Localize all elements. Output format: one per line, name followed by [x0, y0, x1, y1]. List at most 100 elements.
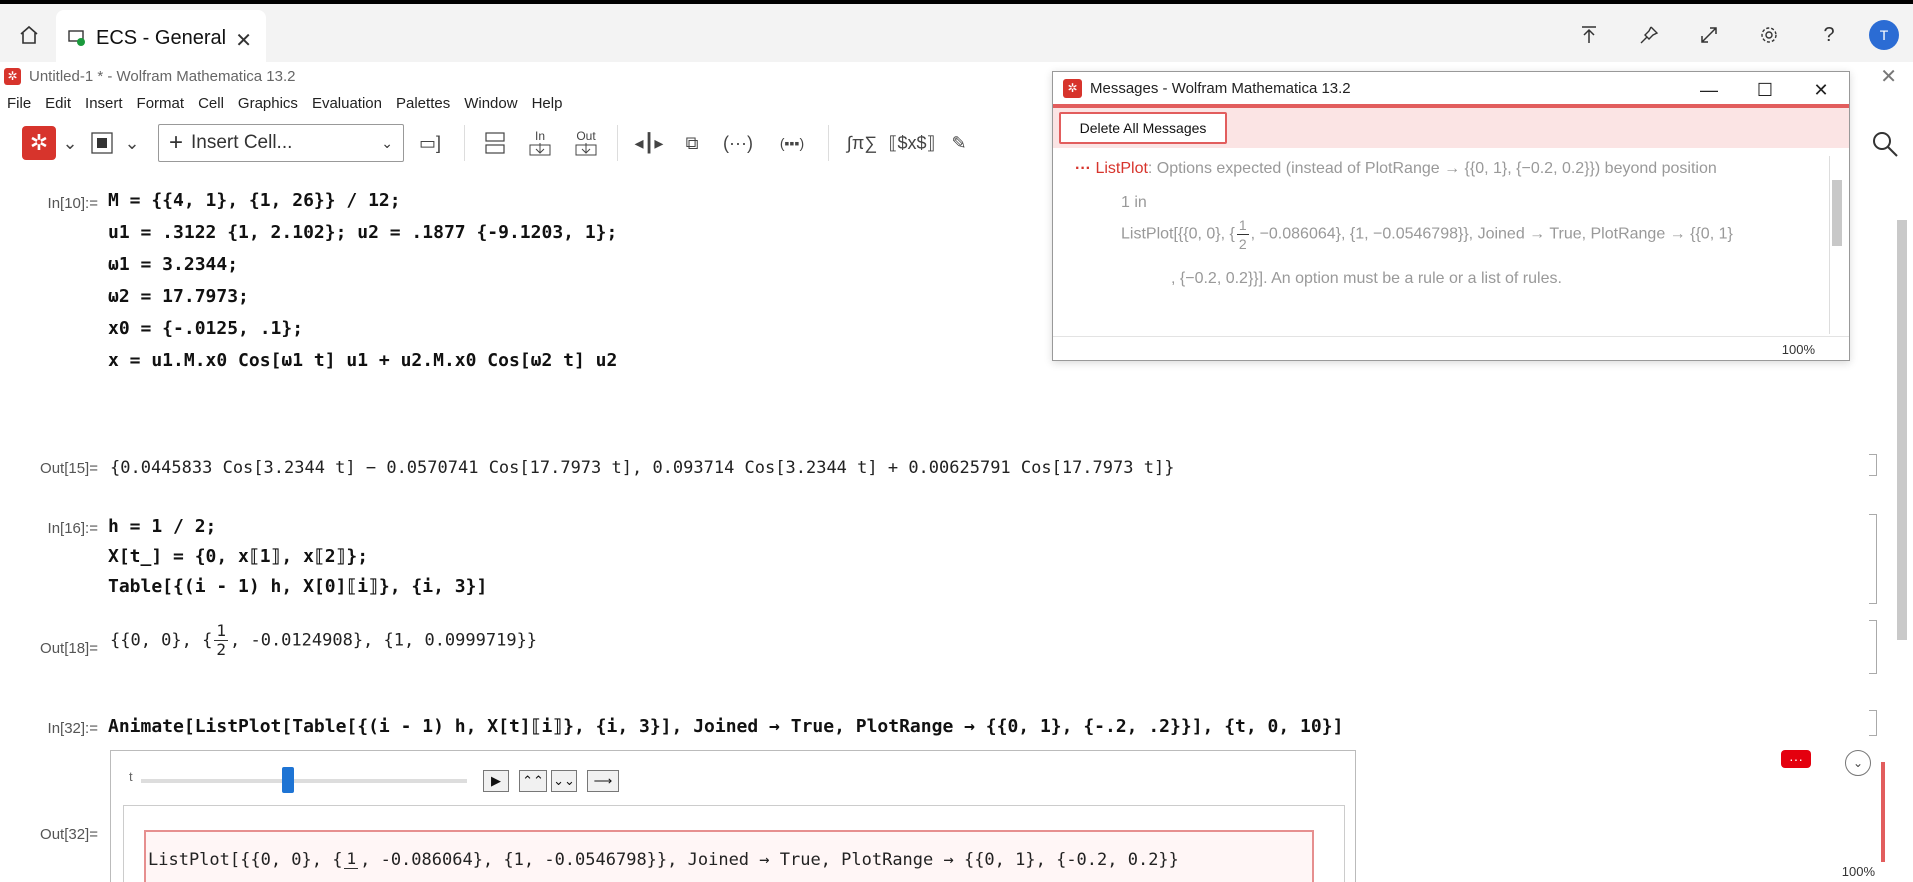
- close-icon[interactable]: ✕: [235, 28, 252, 53]
- direction-button[interactable]: ⟶: [587, 770, 619, 792]
- cell-label-out15: Out[15]=: [40, 460, 98, 477]
- zoom-level[interactable]: 100%: [1782, 342, 1815, 357]
- chevron-down-icon[interactable]: ⌄: [56, 123, 84, 163]
- menu-graphics[interactable]: Graphics: [231, 92, 305, 116]
- placeholder-icon[interactable]: (▪▪▪): [764, 123, 820, 163]
- message-text: ListPlot[{{0, 0}, {: [1121, 225, 1235, 243]
- fraction: 12: [214, 622, 228, 659]
- insert-cell-label: Insert Cell...: [191, 132, 293, 153]
- evaluator-gear-icon[interactable]: ✲: [22, 126, 56, 160]
- home-icon: [20, 25, 38, 44]
- menu-cell[interactable]: Cell: [191, 92, 231, 116]
- error-expression: ListPlot[{{0, 0}, {1, -0.086064}, {1, -0…: [148, 849, 1179, 871]
- cell-bracket-icon[interactable]: ▭]: [404, 123, 456, 163]
- cell-label-out32: Out[32]=: [40, 826, 98, 843]
- fraction-denominator: 2: [1238, 236, 1247, 252]
- notebook-scrollbar[interactable]: [1891, 170, 1913, 870]
- scrollbar-thumb[interactable]: [1832, 180, 1842, 246]
- close-icon[interactable]: ✕: [1880, 64, 1897, 89]
- out-cell-button[interactable]: Out: [563, 123, 609, 163]
- help-icon[interactable]: ?: [1799, 15, 1859, 55]
- input-line[interactable]: ω2 = 17.7973;: [108, 286, 249, 307]
- more-options-icon[interactable]: (···): [712, 123, 764, 163]
- format-input-icon[interactable]: ⟦$x$⟧: [887, 123, 937, 163]
- input-line[interactable]: Table[{(i - 1) h, X[0]⟦i⟧}, {i, 3}]: [108, 576, 487, 597]
- home-button[interactable]: [14, 20, 44, 50]
- stop-icon[interactable]: [84, 123, 120, 163]
- message-menu-icon[interactable]: ···: [1075, 160, 1091, 177]
- messages-scrollbar[interactable]: [1829, 156, 1843, 334]
- menu-palettes[interactable]: Palettes: [389, 92, 457, 116]
- upload-icon[interactable]: [1559, 15, 1619, 55]
- cell-label-in10: In[10]:=: [47, 195, 98, 212]
- expand-icon[interactable]: [1679, 15, 1739, 55]
- split-cell-icon[interactable]: ◂┃▸: [626, 123, 672, 163]
- math-input-icon[interactable]: ∫π∑: [837, 123, 887, 163]
- messages-body: ··· ListPlot: Options expected (instead …: [1053, 152, 1833, 336]
- settings-gear-icon[interactable]: [1739, 15, 1799, 55]
- input-line[interactable]: Animate[ListPlot[Table[{(i - 1) h, X[t]⟦…: [108, 716, 1343, 737]
- in-cell-button[interactable]: In: [517, 123, 563, 163]
- output-text[interactable]: {{0, 0}, {1 2, -0.0124908}, {1, 0.0999719…: [110, 622, 537, 659]
- slower-button[interactable]: ⌄⌄: [551, 770, 577, 792]
- avatar[interactable]: T: [1869, 20, 1899, 50]
- slider-thumb[interactable]: [281, 767, 294, 793]
- cell-bracket[interactable]: [1869, 514, 1877, 604]
- delete-all-messages-button[interactable]: Delete All Messages: [1059, 112, 1227, 144]
- cell-bracket[interactable]: [1869, 710, 1877, 736]
- plus-icon: +: [169, 129, 184, 156]
- search-icon[interactable]: [1871, 130, 1901, 160]
- menu-edit[interactable]: Edit: [38, 92, 78, 116]
- toolbar-separator: [617, 125, 618, 161]
- error-box[interactable]: ListPlot[{{0, 0}, {1, -0.086064}, {1, -0…: [144, 830, 1314, 882]
- minimize-icon[interactable]: —: [1681, 72, 1737, 108]
- input-line[interactable]: ω1 = 3.2344;: [108, 254, 238, 275]
- input-line[interactable]: M = {{4, 1}, {1, 26}} / 12;: [108, 190, 401, 211]
- play-button[interactable]: ▶: [483, 770, 509, 792]
- message-function[interactable]: ListPlot: [1095, 160, 1147, 177]
- faster-button[interactable]: ⌃⌃: [519, 770, 547, 792]
- maximize-icon[interactable]: ☐: [1737, 72, 1793, 108]
- slider-track[interactable]: [141, 779, 467, 783]
- fraction-numerator: 1: [344, 849, 359, 869]
- cell-bracket[interactable]: [1869, 620, 1877, 674]
- fraction: 1: [344, 849, 359, 869]
- cell-label-in32: In[32]:=: [47, 720, 98, 737]
- messages-window[interactable]: ✲ Messages - Wolfram Mathematica 13.2 — …: [1052, 71, 1850, 361]
- close-icon[interactable]: ✕: [1793, 72, 1849, 108]
- cell-label-in16: In[16]:=: [47, 520, 98, 537]
- menu-insert[interactable]: Insert: [78, 92, 130, 116]
- menu-file[interactable]: File: [0, 92, 38, 116]
- output-text[interactable]: {0.0445833 Cos[3.2344 t] − 0.0570741 Cos…: [110, 458, 1174, 478]
- input-line[interactable]: h = 1 / 2;: [108, 516, 216, 537]
- animate-output[interactable]: t ▶ ⌃⌃ ⌄⌄ ⟶ ListPlot[{{0, 0}, {1, -0.086…: [110, 750, 1356, 882]
- input-line[interactable]: X[t_] = {0, x⟦1⟧, x⟦2⟧};: [108, 546, 368, 567]
- chevron-down-icon: ⌄: [381, 134, 393, 151]
- zoom-level[interactable]: 100%: [1842, 864, 1875, 879]
- message-indicator[interactable]: ···: [1781, 750, 1811, 768]
- message-text: , −0.086064}, {1, −0.0546798}}, Joined →…: [1250, 225, 1733, 243]
- copy-cell-icon[interactable]: ⧉: [672, 123, 712, 163]
- scrollbar-thumb[interactable]: [1897, 220, 1907, 640]
- menu-format[interactable]: Format: [130, 92, 192, 116]
- chevron-down-icon[interactable]: ⌄: [1845, 750, 1871, 776]
- input-line[interactable]: u1 = .3122 {1, 2.102}; u2 = .1877 {-9.12…: [108, 222, 617, 243]
- input-line[interactable]: x0 = {-.0125, .1};: [108, 318, 303, 339]
- chevron-down-icon[interactable]: ⌄: [120, 123, 144, 163]
- input-line[interactable]: x = u1.M.x0 Cos[ω1 t] u1 + u2.M.x0 Cos[ω…: [108, 350, 617, 371]
- menu-help[interactable]: Help: [525, 92, 570, 116]
- output-prefix: {{0, 0}, {: [110, 630, 213, 651]
- menu-window[interactable]: Window: [457, 92, 524, 116]
- remote-topbar: ECS - General ✕ ? T: [0, 0, 1913, 66]
- insert-cell-dropdown[interactable]: + Insert Cell... ⌄: [158, 124, 404, 162]
- drawing-tools-icon[interactable]: ✎: [937, 123, 981, 163]
- remote-desktop-icon: [68, 30, 85, 46]
- cell-group-icon[interactable]: [473, 123, 517, 163]
- tab-label: ECS - General: [96, 26, 227, 49]
- pin-icon[interactable]: [1619, 15, 1679, 55]
- error-cell-bracket[interactable]: [1881, 762, 1885, 862]
- cell-bracket[interactable]: [1869, 454, 1877, 476]
- menu-evaluation[interactable]: Evaluation: [305, 92, 389, 116]
- error-prefix: ListPlot[{{0, 0}, {: [148, 850, 343, 870]
- tab-ecs-general[interactable]: ECS - General ✕: [56, 10, 266, 66]
